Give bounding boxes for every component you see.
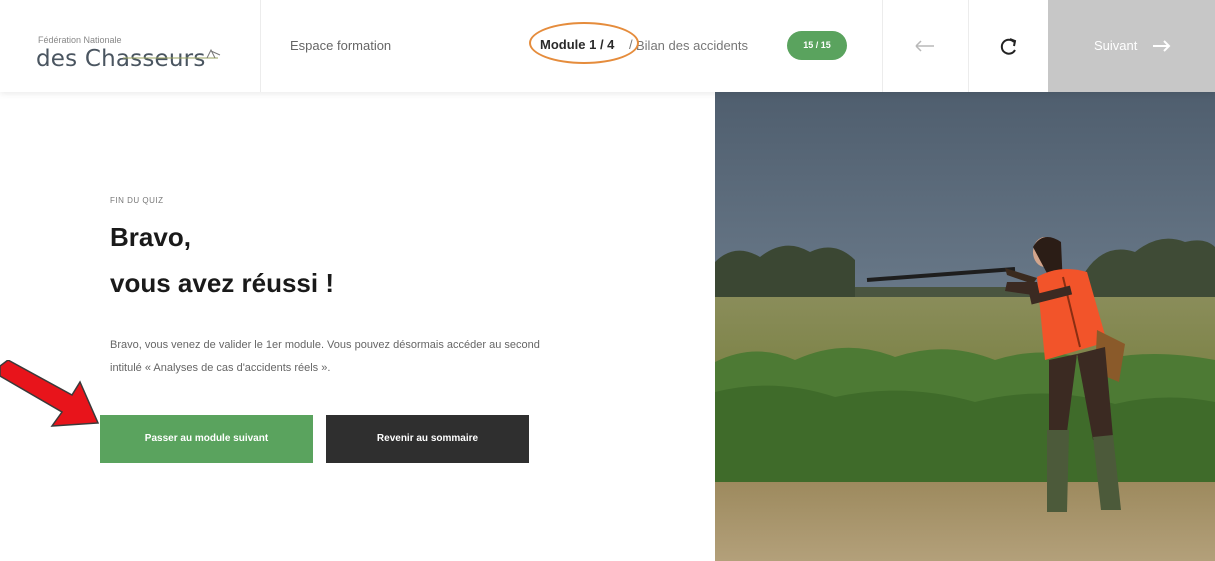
logo-org-text: Fédération Nationale <box>38 35 122 45</box>
arrow-right-icon <box>1153 40 1171 52</box>
red-arrow-annotation <box>0 360 100 427</box>
refresh-icon <box>1000 38 1017 55</box>
title-line-2: vous avez réussi ! <box>110 268 334 298</box>
quiz-end-eyebrow: FIN DU QUIZ <box>110 196 164 205</box>
orange-circle-annotation <box>529 22 639 64</box>
score-badge: 15 / 15 <box>787 31 847 60</box>
success-message: Bravo, vous venez de valider le 1er modu… <box>110 339 540 374</box>
hunter-photo <box>715 92 1215 561</box>
title-bravo: Bravo, <box>110 222 191 252</box>
arrow-left-icon <box>915 40 934 52</box>
title-line-1: Bravo, <box>106 222 218 253</box>
back-to-summary-button[interactable]: Revenir au sommaire <box>326 415 529 463</box>
next-button[interactable]: Suivant <box>1048 0 1215 92</box>
logo[interactable]: Fédération Nationale des Chasseurs <box>18 18 248 74</box>
hunter-illustration <box>715 92 1215 561</box>
next-button-label: Suivant <box>1094 38 1138 53</box>
restart-button[interactable] <box>968 0 1048 92</box>
next-module-button[interactable]: Passer au module suivant <box>100 415 313 463</box>
espace-formation-link[interactable]: Espace formation <box>290 38 391 53</box>
module-title: Bilan des accidents <box>636 38 749 53</box>
back-button[interactable] <box>882 0 968 92</box>
header-divider <box>260 0 261 92</box>
logo-bird-icon <box>123 48 221 59</box>
